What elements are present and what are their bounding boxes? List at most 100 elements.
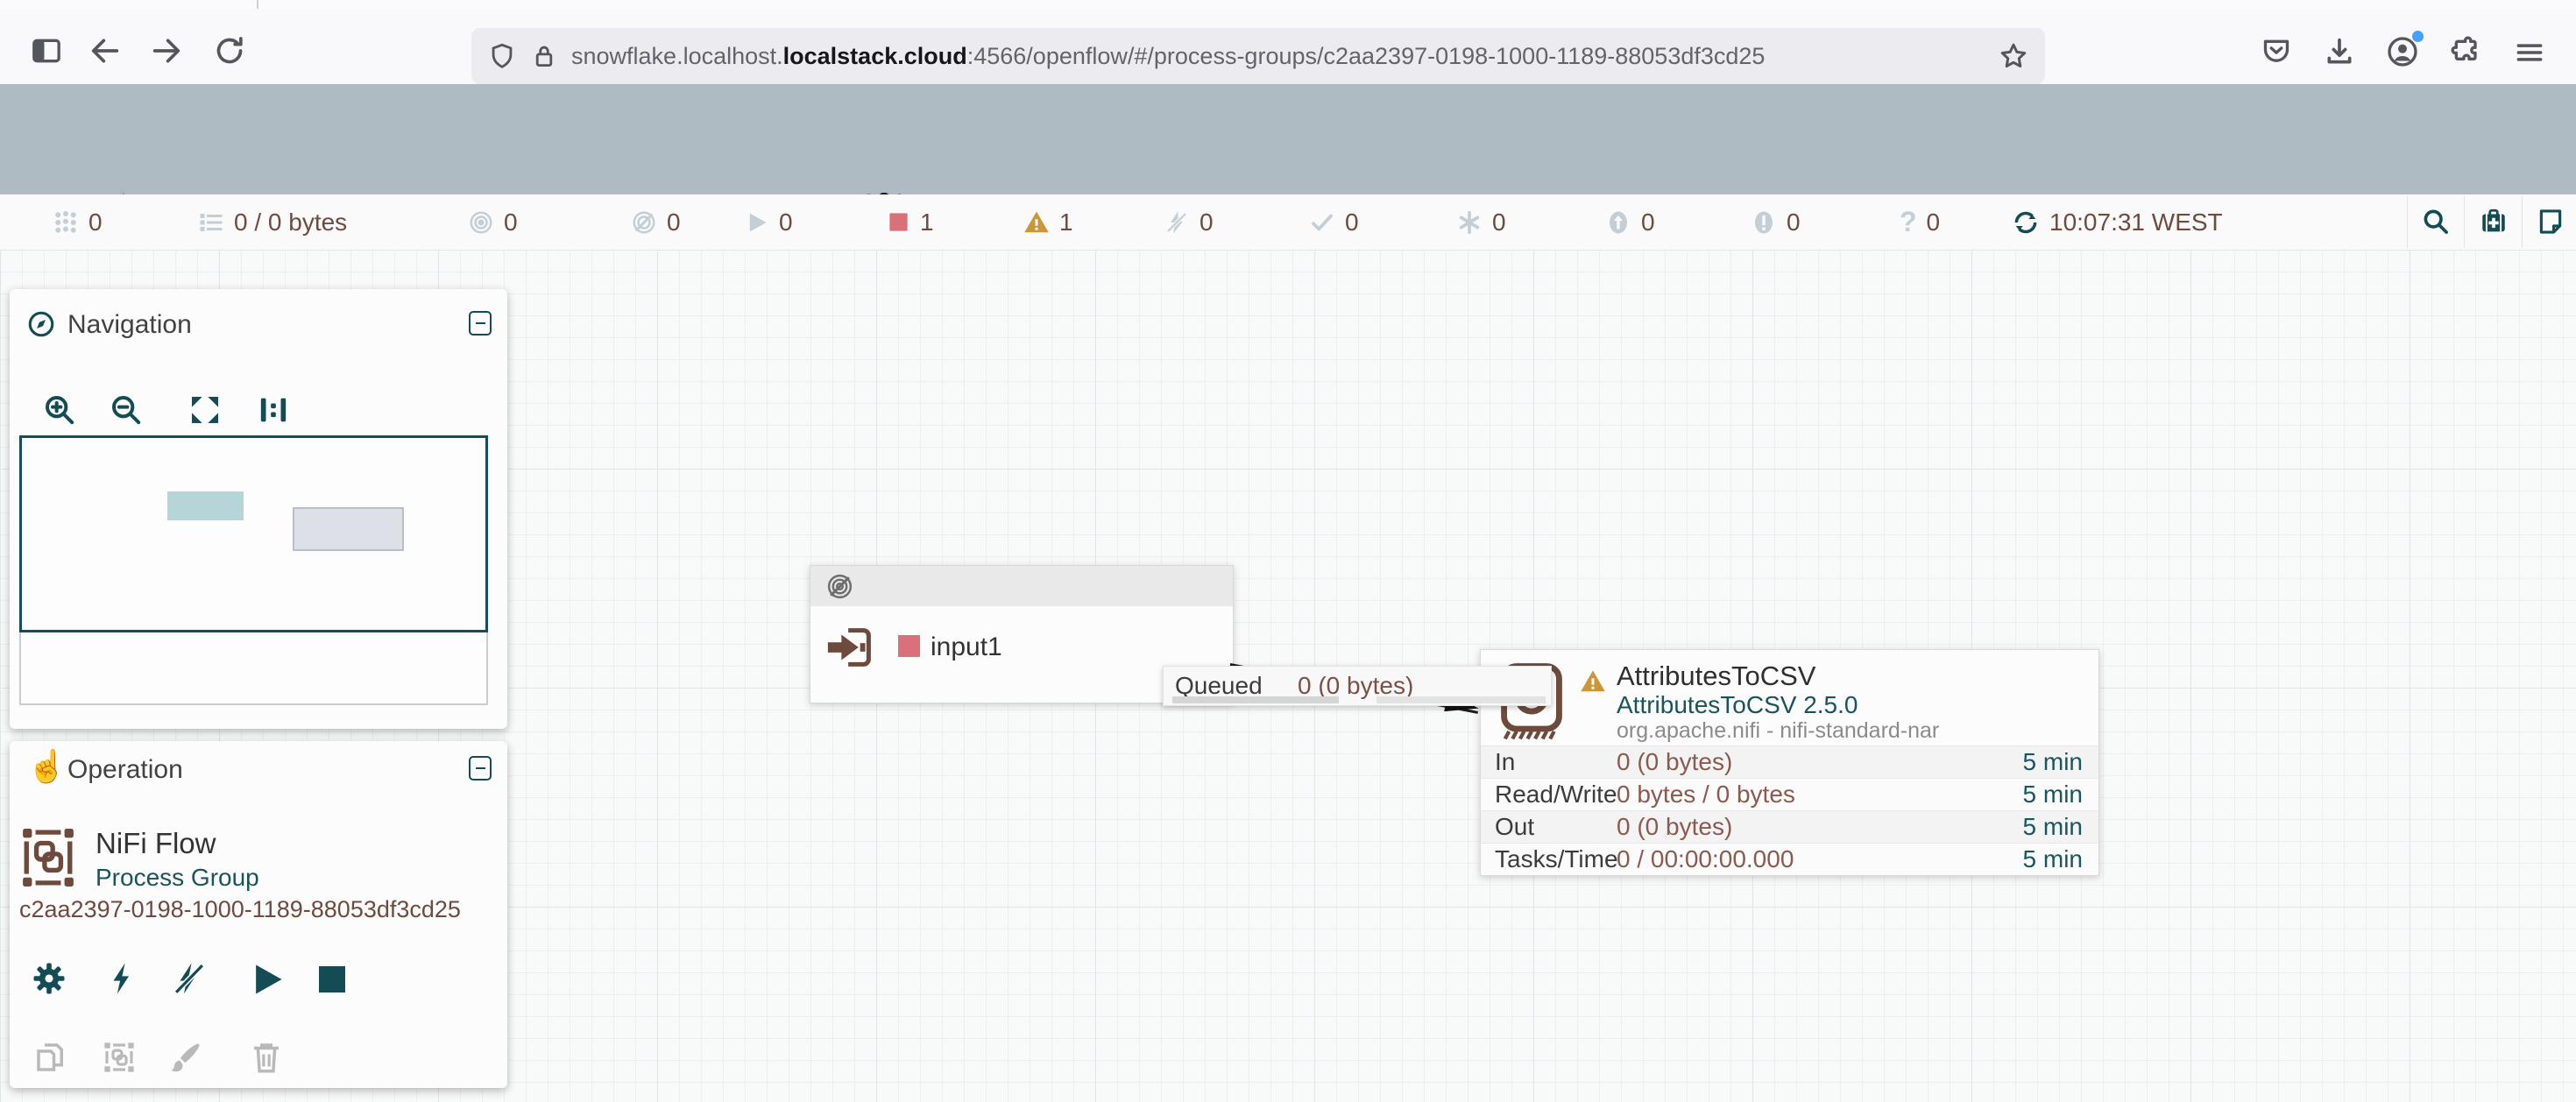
selected-component-name: NiFi Flow [96,827,216,860]
url-bar[interactable]: snowflake.localhost.localstack.cloud:456… [471,28,2045,84]
bulletin-document-icon[interactable] [2536,207,2565,237]
bookmark-star-icon[interactable] [1998,40,2029,72]
minimap-viewport[interactable] [19,435,488,632]
processor-stat-row: Read/Write 0 bytes / 0 bytes 5 min [1481,778,2098,810]
browser-menu-icon[interactable] [2513,36,2546,69]
queued-count-percent-bar [1172,696,1339,703]
selected-component-id: c2aa2397-0198-1000-1189-88053df3cd25 [19,896,461,923]
birdseye-minimap[interactable] [19,435,488,705]
start-play-icon[interactable] [248,960,287,999]
status-stale: 0 [1605,194,1655,250]
disable-lightning-slash-icon[interactable] [171,960,208,997]
copy-icon[interactable] [32,1039,69,1076]
stat-value: 0 (0 bytes) [1617,748,2023,776]
status-active-threads: 0 [53,194,103,250]
status-running: 0 [745,194,793,250]
statusbar-divider [2407,196,2408,248]
queued-size-percent-bar [1376,696,1546,703]
not-transmitting-icon [825,572,854,601]
download-icon[interactable] [2322,34,2357,69]
sync-failure-icon: ? [1900,206,1917,238]
stopped-icon [887,210,910,234]
flow-analysis-first-aid-icon[interactable] [2479,207,2509,237]
disabled-count: 0 [1200,208,1214,237]
url-text[interactable]: snowflake.localhost.localstack.cloud:456… [571,43,1985,70]
zoom-in-icon[interactable] [42,392,77,427]
refresh-time: 10:07:31 WEST [2049,208,2223,237]
operation-title: Operation [67,755,183,785]
status-disabled: 0 [1164,194,1214,250]
disabled-icon [1164,209,1190,236]
invalid-icon [1023,209,1050,236]
refresh-icon[interactable] [2012,208,2040,237]
status-refresh: 10:07:31 WEST [2012,194,2223,250]
input-port-header [810,566,1233,606]
stat-value: 0 / 00:00:00.000 [1617,845,2023,873]
invalid-count: 1 [1059,208,1073,237]
enable-lightning-icon[interactable] [104,960,141,997]
processor-bundle: org.apache.nifi - nifi-standard-nar [1617,718,1939,744]
status-stopped: 1 [887,194,934,250]
stat-window: 5 min [2023,781,2098,809]
stat-value: 0 bytes / 0 bytes [1617,781,2023,809]
processor-stat-row: Tasks/Time 0 / 00:00:00.000 5 min [1481,843,2098,875]
account-icon[interactable] [2385,34,2420,69]
processor-type: AttributesToCSV 2.5.0 [1617,691,1858,719]
up-to-date-count: 0 [1345,208,1359,237]
status-not-transmitting: 0 [631,194,681,250]
not-transmitting-icon [631,209,657,236]
invalid-warning-icon [1580,668,1606,695]
delete-trash-icon[interactable] [248,1039,285,1076]
stat-label: Out [1481,813,1617,841]
not-transmitting-count: 0 [667,208,681,237]
zoom-fit-icon[interactable] [188,392,223,427]
sidebar-toggle-icon[interactable] [29,33,64,68]
tab-divider [257,0,258,9]
navigation-panel: Navigation [10,289,507,729]
locally-modified-stale-icon [1751,209,1777,236]
back-icon[interactable] [88,33,123,68]
stop-square-icon[interactable] [315,962,350,997]
connection-queued-label[interactable]: Queued 0 (0 bytes) [1163,666,1552,706]
status-invalid: 1 [1023,194,1073,250]
status-locally-modified: 0 [1456,194,1506,250]
pocket-icon[interactable] [2259,34,2294,69]
stat-window: 5 min [2023,748,2098,776]
compass-icon [26,309,56,339]
input-port-icon [824,620,879,675]
stat-label: Tasks/Time [1481,845,1617,873]
hand-pointer-icon: ☝ [27,748,67,785]
stopped-state-icon [898,635,920,657]
group-snippet-icon[interactable] [101,1039,138,1076]
status-sync-failure: ? 0 [1900,194,1940,250]
change-color-brush-icon[interactable] [167,1039,204,1076]
processor-name: AttributesToCSV [1617,660,1815,692]
process-group-icon [19,824,77,891]
configure-gear-icon[interactable] [31,960,67,997]
status-up-to-date: 0 [1309,194,1359,250]
navigation-title: Navigation [67,310,192,340]
browser-tab-strip [0,0,2576,9]
reload-icon[interactable] [212,33,247,68]
operation-collapse-button[interactable] [469,756,492,781]
lock-icon[interactable] [529,41,559,71]
search-icon[interactable] [2421,207,2451,237]
forward-icon[interactable] [149,33,184,68]
transmitting-count: 0 [504,208,518,237]
stale-icon [1605,209,1631,236]
running-count: 0 [779,208,793,237]
minimap-input-port-rect [167,491,244,520]
navigation-collapse-button[interactable] [469,311,492,336]
statusbar-divider [2464,196,2465,248]
processor-component[interactable]: AttributesToCSV AttributesToCSV 2.5.0 or… [1480,649,2099,876]
extensions-puzzle-icon[interactable] [2449,34,2484,69]
tracking-shield-icon[interactable] [487,41,517,71]
transmitting-icon [468,209,494,236]
running-icon [745,210,769,235]
zoom-actual-size-icon[interactable] [256,392,291,427]
sync-failure-count: 0 [1927,208,1941,237]
zoom-out-icon[interactable] [109,392,144,427]
input-port-name: input1 [931,632,1002,662]
stopped-count: 1 [920,208,934,237]
total-queued-count: 0 / 0 bytes [234,208,347,237]
